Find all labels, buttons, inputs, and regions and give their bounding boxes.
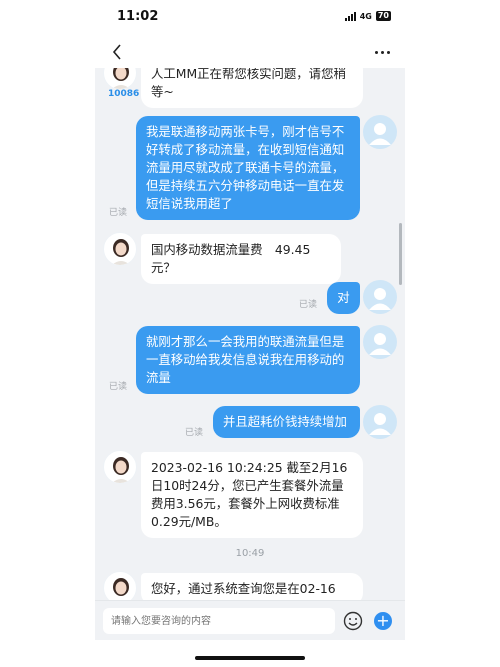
emoji-icon	[343, 611, 363, 631]
agent-brand-logo: 10086	[108, 89, 140, 99]
user-avatar[interactable]	[363, 325, 397, 359]
status-indicators: 4G 70	[344, 11, 391, 21]
home-indicator[interactable]	[195, 656, 305, 660]
input-bar: +	[95, 600, 405, 640]
message-user: 我是联通移动两张卡号，刚才信号不好转成了移动流量，在收到短信通知流量用尽就改成了…	[136, 116, 360, 220]
more-icon-dot	[380, 50, 384, 54]
battery-icon: 70	[375, 11, 391, 21]
message-agent: 2023-02-16 10:24:25 截至2月16日10时24分，您已产生套餐…	[141, 452, 363, 538]
chat-area[interactable]: 10086 人工MM正在帮您核实问题，请您稍等~ 我是联通移动两张卡号，刚才信号…	[95, 68, 405, 600]
back-icon	[112, 44, 121, 60]
more-icon-dot	[386, 50, 390, 54]
phone-screen: 11:02 4G 70 10086 人工MM正在帮您核实问题，请您稍等~ 我是联…	[95, 0, 405, 667]
read-receipt: 已读	[185, 428, 204, 438]
user-avatar[interactable]	[363, 115, 397, 149]
message-agent: 您好，通过系统查询您是在02-16	[141, 573, 363, 600]
status-bar: 11:02 4G 70	[95, 0, 405, 36]
more-icon	[374, 50, 378, 54]
user-avatar-icon	[369, 123, 391, 145]
agent-avatar[interactable]	[103, 450, 137, 484]
agent-avatar[interactable]	[103, 571, 137, 600]
network-type: 4G	[359, 11, 372, 21]
agent-avatar[interactable]	[103, 68, 137, 90]
user-avatar[interactable]	[363, 280, 397, 314]
user-avatar-icon	[369, 288, 391, 310]
nav-bar	[95, 36, 405, 68]
back-button[interactable]	[107, 41, 127, 63]
message-user: 就刚才那么一会我用的联通流量但是一直移动给我发信息说我在用移动的流量	[136, 326, 360, 394]
message-user: 并且超耗价钱持续增加	[213, 406, 360, 438]
message-agent: 人工MM正在帮您核实问题，请您稍等~	[141, 68, 363, 108]
more-button[interactable]	[373, 44, 391, 60]
read-receipt: 已读	[109, 382, 128, 392]
scrollbar[interactable]	[399, 223, 402, 285]
plus-button[interactable]: +	[374, 612, 392, 630]
emoji-button[interactable]	[343, 611, 363, 631]
signal-icon	[344, 11, 356, 21]
message-input[interactable]	[103, 608, 335, 634]
message-user: 对	[327, 282, 360, 314]
home-area	[95, 640, 405, 667]
time-separator: 10:49	[235, 548, 265, 559]
agent-avatar[interactable]	[103, 232, 137, 266]
status-time: 11:02	[117, 9, 159, 24]
message-agent: 国内移动数据流量费 49.45元？	[141, 234, 341, 284]
user-avatar[interactable]	[363, 405, 397, 439]
user-avatar-icon	[369, 413, 391, 435]
user-avatar-icon	[369, 333, 391, 355]
read-receipt: 已读	[109, 208, 128, 218]
read-receipt: 已读	[299, 300, 318, 310]
plus-icon: +	[376, 611, 390, 630]
